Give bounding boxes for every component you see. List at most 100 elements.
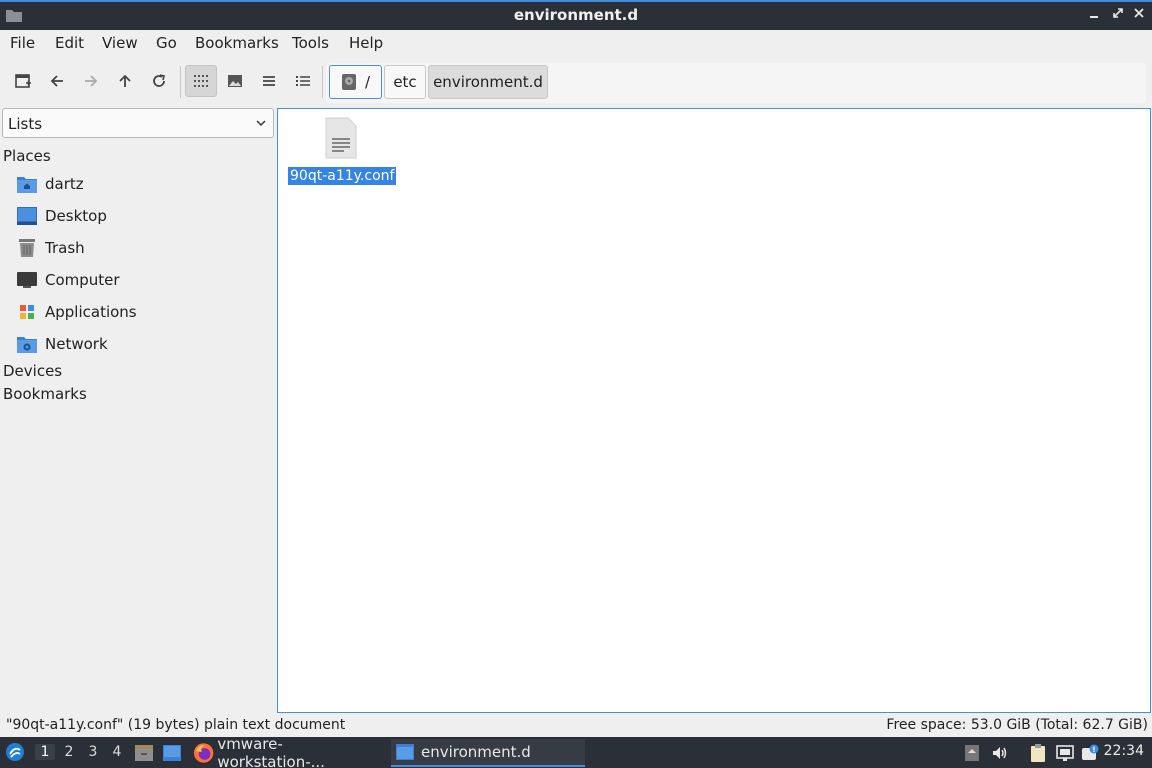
workspace-1[interactable]: 1 <box>35 744 55 760</box>
close-icon <box>1134 8 1144 18</box>
task-environment-d[interactable]: environment.d <box>391 739 585 767</box>
reload-icon <box>153 74 165 87</box>
new-tab-button[interactable] <box>7 65 39 97</box>
minimize-button[interactable] <box>1086 7 1102 23</box>
minimize-icon <box>1090 16 1098 18</box>
arrow-left-icon <box>50 75 63 87</box>
places-heading[interactable]: Places <box>3 147 51 165</box>
sidebar-item-trash[interactable]: Trash <box>16 234 266 262</box>
toolbar: / etc environment.d <box>0 60 1152 104</box>
forward-button[interactable] <box>75 65 107 97</box>
list-compact-icon <box>263 76 275 86</box>
desktop-icon <box>163 745 181 761</box>
menu-bar: File Edit View Go Bookmarks Tools Help <box>0 30 1152 56</box>
sidebar-item-label: Trash <box>45 239 85 257</box>
back-button[interactable] <box>41 65 73 97</box>
trash-icon <box>19 239 35 257</box>
file-item[interactable]: 90qt-a11y.conf <box>288 115 398 185</box>
home-folder-icon <box>17 177 37 193</box>
grid-view-icon <box>194 75 208 87</box>
sidebar: Lists Places dartz Desktop Trash Compute… <box>0 106 276 713</box>
lubuntu-logo-icon <box>6 743 24 761</box>
window-title: environment.d <box>513 6 639 24</box>
folder-icon <box>396 744 414 760</box>
clipboard-button[interactable] <box>1028 743 1048 763</box>
window-titlebar: environment.d <box>0 0 1152 30</box>
free-space-info: Free space: 53.0 GiB (Total: 62.7 GiB) <box>886 717 1148 733</box>
file-name-label: 90qt-a11y.conf <box>288 167 397 185</box>
workspace-4[interactable]: 4 <box>107 744 127 760</box>
task-label: vmware-workstation-... <box>217 735 325 768</box>
toolbar-separator <box>322 66 323 98</box>
breadcrumb-environment-d[interactable]: environment.d <box>428 65 548 99</box>
menu-file[interactable]: File <box>10 34 35 52</box>
chevron-down-icon <box>256 120 266 127</box>
side-pane-mode-value: Lists <box>8 115 43 133</box>
detailed-list-view-button[interactable] <box>287 65 319 97</box>
menu-view[interactable]: View <box>102 34 138 52</box>
breadcrumb-root[interactable]: / <box>329 65 382 99</box>
task-vmware[interactable]: vmware-workstation-... <box>193 735 385 768</box>
sidebar-item-label: Applications <box>45 303 137 321</box>
breadcrumb-etc[interactable]: etc <box>384 65 426 99</box>
breadcrumb-root-label: / <box>364 73 371 91</box>
close-button[interactable] <box>1131 7 1147 23</box>
file-manager-launcher[interactable] <box>134 743 154 763</box>
computer-icon <box>17 272 37 288</box>
new-tab-icon <box>15 74 31 88</box>
drive-icon <box>341 74 356 90</box>
notifications-button[interactable] <box>1081 743 1101 763</box>
compact-view-button[interactable] <box>253 65 285 97</box>
workspace-2[interactable]: 2 <box>59 744 79 760</box>
toolbar-separator <box>180 66 181 98</box>
show-desktop-button[interactable] <box>162 743 182 763</box>
notification-icon <box>1082 744 1099 760</box>
bookmarks-heading[interactable]: Bookmarks <box>3 385 87 403</box>
tray-updates[interactable] <box>962 743 982 763</box>
desktop-icon <box>17 207 37 225</box>
workspace-3[interactable]: 3 <box>83 744 103 760</box>
sidebar-item-label: Computer <box>45 271 120 289</box>
task-label: environment.d <box>421 743 531 761</box>
clipboard-icon <box>1031 744 1045 762</box>
maximize-icon <box>1113 8 1123 18</box>
menu-help[interactable]: Help <box>349 34 383 52</box>
sidebar-item-label: Network <box>45 335 108 353</box>
devices-heading[interactable]: Devices <box>3 362 62 380</box>
status-bar: "90qt-a11y.conf" (19 bytes) plain text d… <box>0 714 1152 736</box>
sidebar-item-network[interactable]: Network <box>16 330 266 358</box>
menu-go[interactable]: Go <box>156 34 177 52</box>
sidebar-item-computer[interactable]: Computer <box>16 266 266 294</box>
arrow-up-icon <box>119 74 131 87</box>
icon-view-button[interactable] <box>185 65 217 97</box>
sidebar-item-dartz[interactable]: dartz <box>16 170 266 198</box>
network-status-button[interactable] <box>1055 743 1075 763</box>
taskbar: 1 2 3 4 vmware-workstation-... environme… <box>0 735 1152 768</box>
network-wired-icon <box>1056 745 1074 761</box>
tray-panel-icon <box>965 745 979 761</box>
up-button[interactable] <box>109 65 141 97</box>
file-view[interactable]: 90qt-a11y.conf <box>277 108 1151 713</box>
sidebar-item-label: Desktop <box>45 207 107 225</box>
sidebar-item-label: dartz <box>45 175 84 193</box>
reload-button[interactable] <box>143 65 175 97</box>
sidebar-item-applications[interactable]: Applications <box>16 298 266 326</box>
start-menu-button[interactable] <box>5 742 25 762</box>
volume-button[interactable] <box>990 743 1010 763</box>
text-file-icon <box>325 117 357 159</box>
selection-info: "90qt-a11y.conf" (19 bytes) plain text d… <box>6 717 346 733</box>
maximize-button[interactable] <box>1110 7 1126 23</box>
clock[interactable]: 22:34 <box>1104 743 1144 759</box>
arrow-right-icon <box>85 75 98 87</box>
side-pane-mode-select[interactable]: Lists <box>2 108 274 138</box>
thumbnail-view-button[interactable] <box>219 65 251 97</box>
file-manager-icon <box>135 745 153 761</box>
image-icon <box>228 75 242 87</box>
menu-bookmarks[interactable]: Bookmarks <box>195 34 279 52</box>
sidebar-item-desktop[interactable]: Desktop <box>16 202 266 230</box>
menu-edit[interactable]: Edit <box>55 34 84 52</box>
volume-icon <box>993 747 1007 759</box>
applications-icon <box>20 305 34 319</box>
menu-tools[interactable]: Tools <box>292 34 329 52</box>
network-icon <box>17 337 37 353</box>
